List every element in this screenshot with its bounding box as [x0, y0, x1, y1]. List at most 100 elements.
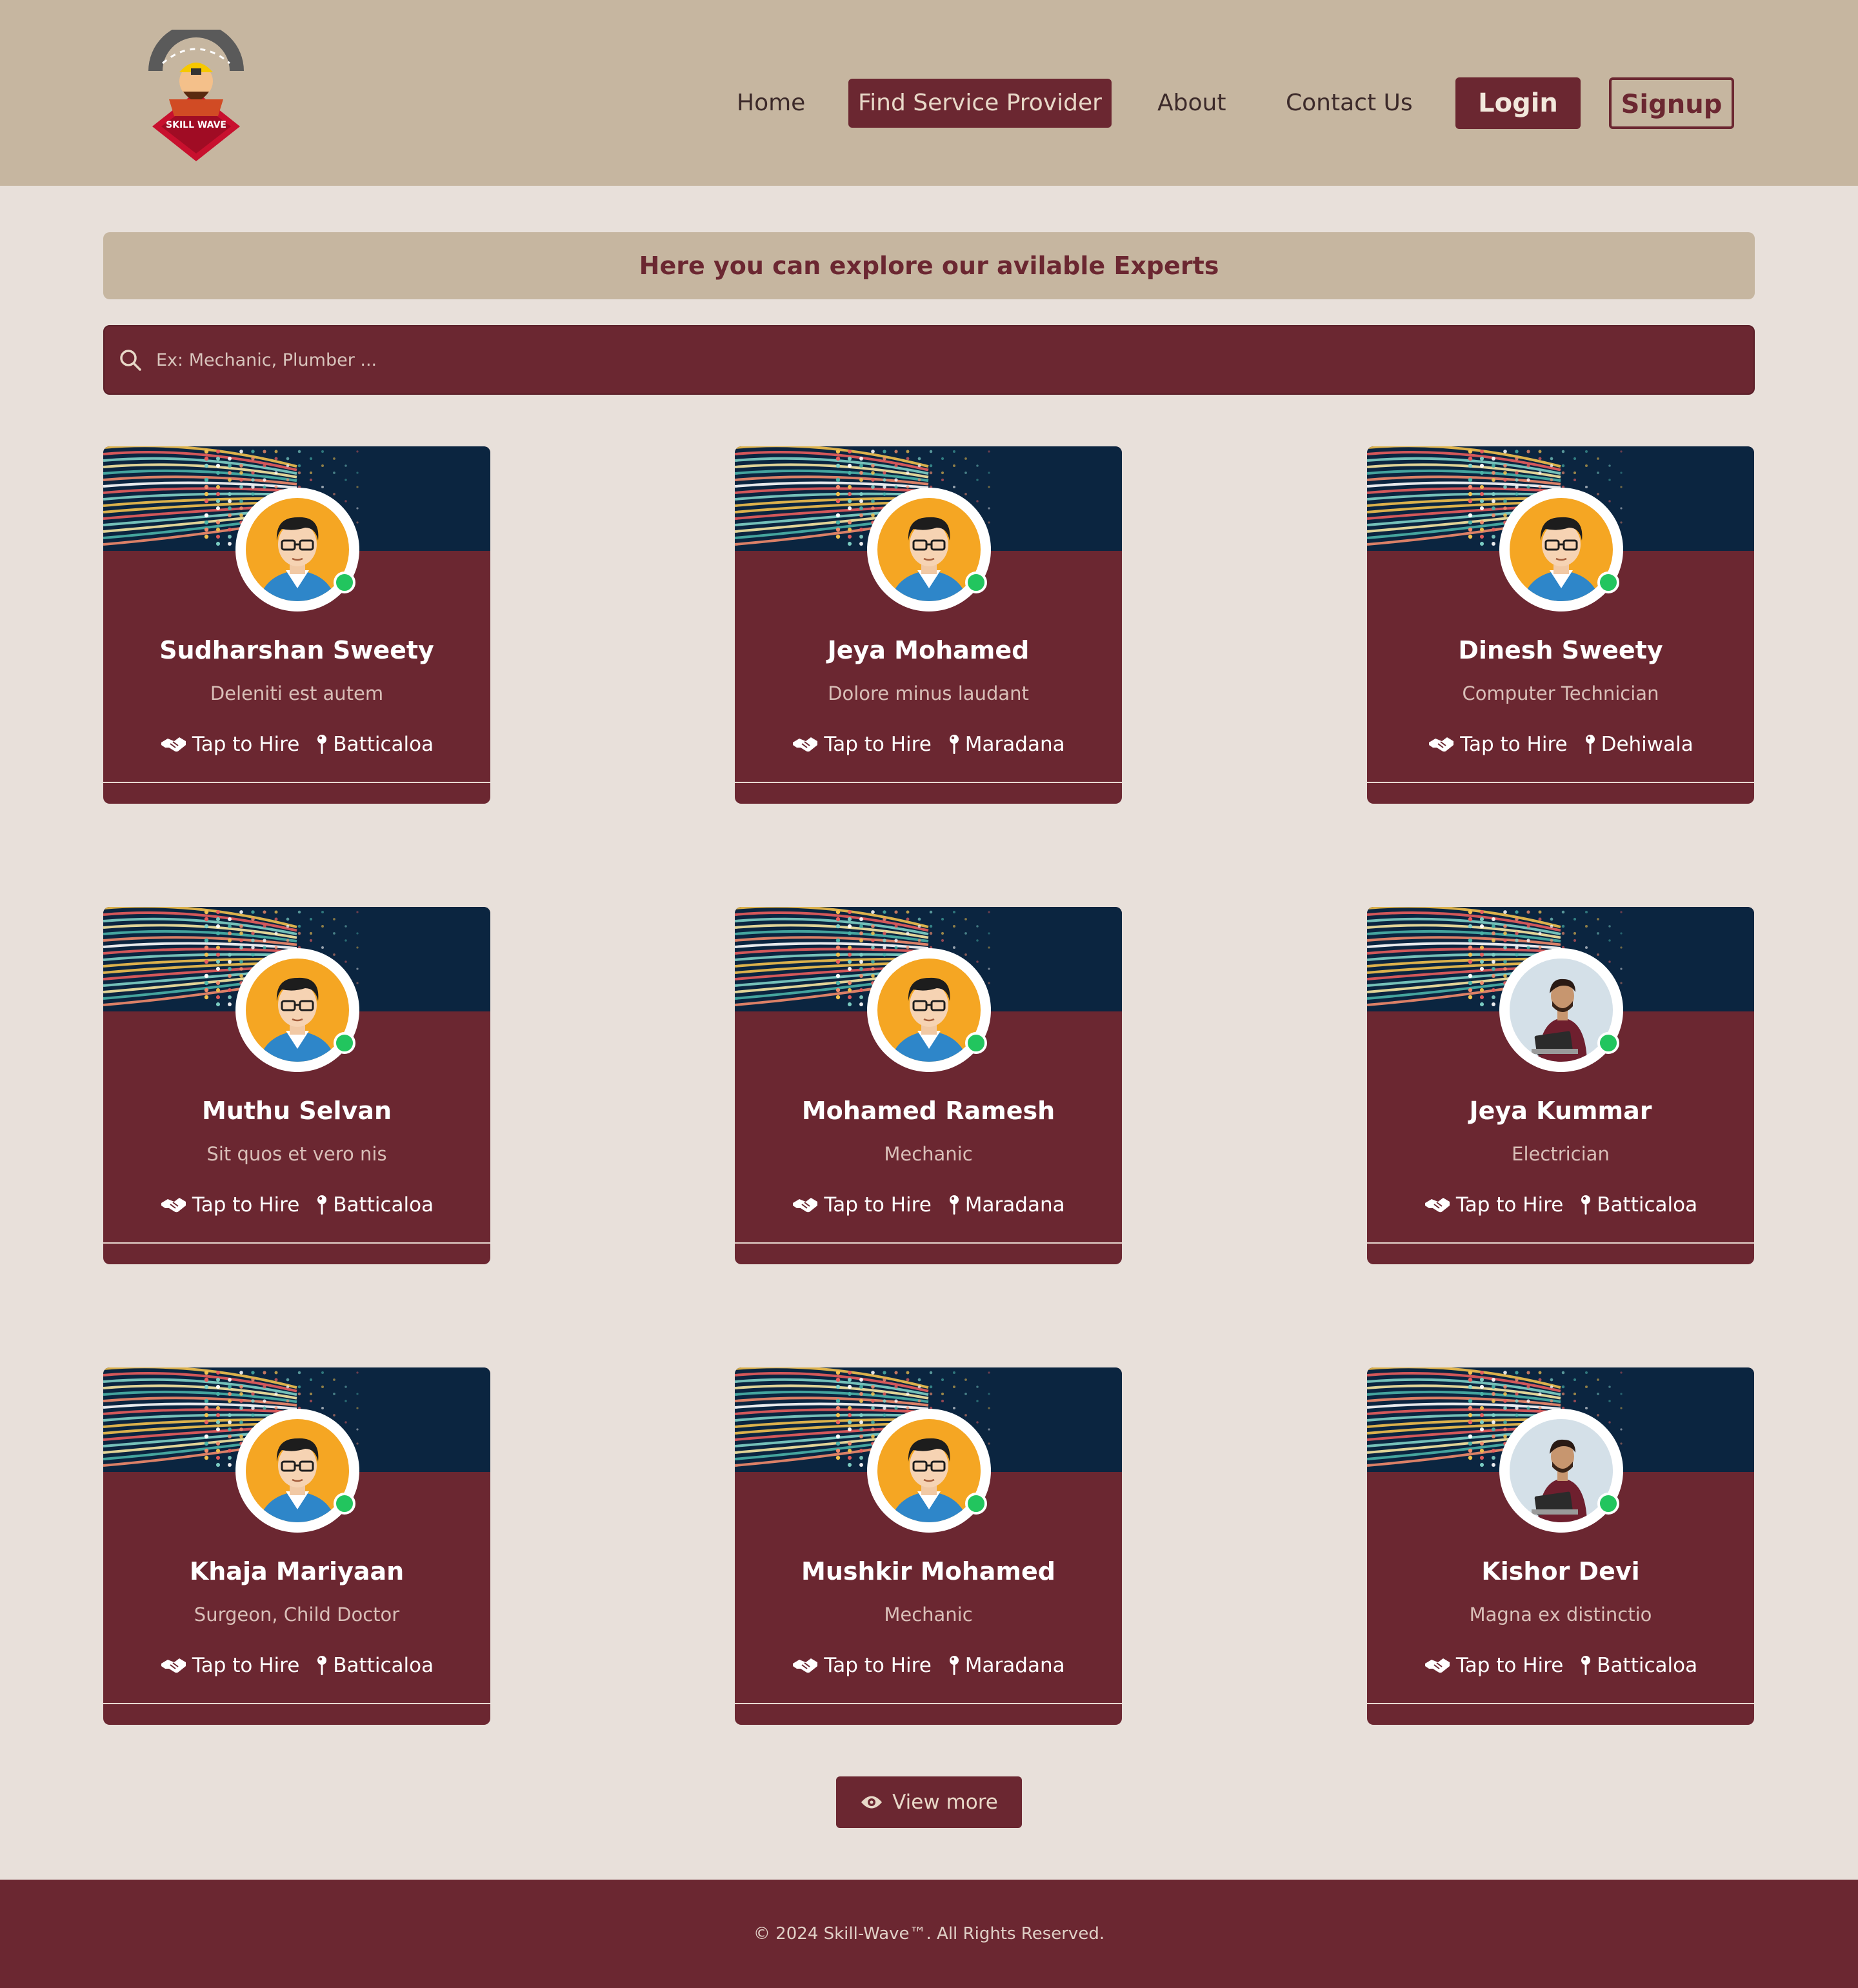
- avatar-frame: [1499, 948, 1623, 1072]
- tap-to-hire-label: Tap to Hire: [1460, 733, 1568, 756]
- expert-role: Sit quos et vero nis: [206, 1143, 387, 1165]
- tap-to-hire-label: Tap to Hire: [192, 1654, 300, 1677]
- expert-card[interactable]: Mushkir Mohamed Mechanic Tap to Hire Marada…: [735, 1367, 1122, 1725]
- online-status-indicator: [1597, 1493, 1619, 1515]
- expert-role: Deleniti est autem: [210, 682, 384, 704]
- online-status-indicator: [1597, 572, 1619, 593]
- location-label: Maradana: [964, 1193, 1065, 1217]
- expert-role: Mechanic: [884, 1143, 973, 1165]
- expert-name[interactable]: Mohamed Ramesh: [735, 1097, 1122, 1125]
- handshake-icon: [793, 1198, 818, 1213]
- tap-to-hire-link[interactable]: Tap to Hire: [792, 1654, 932, 1677]
- tap-to-hire-label: Tap to Hire: [192, 1193, 300, 1217]
- expert-name[interactable]: Jeya Mohamed: [735, 636, 1122, 664]
- expert-meta: Tap to Hire Batticaloa: [103, 1651, 490, 1680]
- expert-name[interactable]: Muthu Selvan: [103, 1097, 490, 1125]
- handshake-icon: [161, 1198, 186, 1213]
- expert-name[interactable]: Khaja Mariyaan: [103, 1557, 490, 1585]
- view-more-button[interactable]: View more: [836, 1776, 1022, 1828]
- expert-name[interactable]: Jeya Kummar: [1367, 1097, 1754, 1125]
- avatar-frame: [1499, 488, 1623, 611]
- tap-to-hire-link[interactable]: Tap to Hire: [792, 1193, 932, 1217]
- handshake-icon: [161, 1658, 186, 1673]
- expert-meta: Tap to Hire Batticaloa: [103, 1191, 490, 1219]
- tap-to-hire-link[interactable]: Tap to Hire: [1424, 1654, 1563, 1677]
- expert-meta: Tap to Hire Maradana: [735, 1651, 1122, 1680]
- tap-to-hire-link[interactable]: Tap to Hire: [160, 1193, 299, 1217]
- online-status-indicator: [965, 572, 987, 593]
- card-divider: [735, 1703, 1122, 1704]
- tap-to-hire-link[interactable]: Tap to Hire: [160, 733, 299, 756]
- expert-name[interactable]: Sudharshan Sweety: [103, 636, 490, 664]
- nav-find-service-provider[interactable]: Find Service Provider: [848, 79, 1112, 128]
- card-divider: [103, 782, 490, 783]
- expert-card[interactable]: Muthu Selvan Sit quos et vero nis Tap to H…: [103, 907, 490, 1264]
- expert-card[interactable]: Mohamed Ramesh Mechanic Tap to Hire Maradan…: [735, 907, 1122, 1264]
- location-label: Batticaloa: [333, 733, 434, 756]
- card-divider: [103, 1703, 490, 1704]
- expert-name[interactable]: Dinesh Sweety: [1367, 636, 1754, 664]
- handshake-icon: [793, 1658, 818, 1673]
- location-label: Dehiwala: [1601, 733, 1693, 756]
- tap-to-hire-label: Tap to Hire: [1455, 1654, 1564, 1677]
- card-divider: [735, 782, 1122, 783]
- card-divider: [103, 1242, 490, 1244]
- expert-card[interactable]: Jeya Kummar Electrician Tap to Hire Battica…: [1367, 907, 1754, 1264]
- expert-location: Maradana: [948, 733, 1065, 756]
- expert-role: Magna ex distinctio: [1469, 1604, 1652, 1625]
- tap-to-hire-link[interactable]: Tap to Hire: [1424, 1193, 1563, 1217]
- handshake-icon: [161, 737, 186, 752]
- nav-contact-us[interactable]: Contact Us: [1286, 77, 1413, 129]
- expert-meta: Tap to Hire Dehiwala: [1367, 730, 1754, 759]
- expert-role: Computer Technician: [1462, 682, 1659, 704]
- expert-name[interactable]: Mushkir Mohamed: [735, 1557, 1122, 1585]
- expert-location: Dehiwala: [1584, 733, 1693, 756]
- expert-card[interactable]: Sudharshan Sweety Deleniti est autem Tap t…: [103, 446, 490, 804]
- expert-card[interactable]: Dinesh Sweety Computer Technician Tap to H…: [1367, 446, 1754, 804]
- site-footer: © 2024 Skill-Wave™. All Rights Reserved.: [0, 1880, 1858, 1988]
- expert-card[interactable]: Jeya Mohamed Dolore minus laudant Tap to H…: [735, 446, 1122, 804]
- nav-home[interactable]: Home: [737, 77, 805, 129]
- online-status-indicator: [334, 572, 355, 593]
- expert-role: Surgeon, Child Doctor: [194, 1604, 400, 1625]
- location-pin-icon: [317, 735, 327, 754]
- avatar-frame: [867, 1409, 991, 1533]
- online-status-indicator: [1597, 1032, 1619, 1054]
- tap-to-hire-link[interactable]: Tap to Hire: [792, 733, 932, 756]
- expert-meta: Tap to Hire Batticaloa: [103, 730, 490, 759]
- expert-name[interactable]: Kishor Devi: [1367, 1557, 1754, 1585]
- expert-location: Maradana: [948, 1193, 1065, 1217]
- location-pin-icon: [949, 1195, 959, 1215]
- location-pin-icon: [1581, 1195, 1591, 1215]
- card-divider: [735, 1242, 1122, 1244]
- search-input[interactable]: [156, 326, 1730, 393]
- search-icon: [120, 350, 141, 371]
- nav-about[interactable]: About: [1157, 77, 1226, 129]
- location-pin-icon: [1585, 735, 1595, 754]
- expert-card[interactable]: Khaja Mariyaan Surgeon, Child Doctor Tap t…: [103, 1367, 490, 1725]
- tap-to-hire-label: Tap to Hire: [824, 1193, 932, 1217]
- expert-location: Batticaloa: [1580, 1654, 1697, 1677]
- location-pin-icon: [317, 1195, 327, 1215]
- site-header: SKILL WAVE Home Find Service Provider Ab…: [0, 0, 1858, 186]
- tap-to-hire-label: Tap to Hire: [824, 1654, 932, 1677]
- online-status-indicator: [965, 1032, 987, 1054]
- tap-to-hire-link[interactable]: Tap to Hire: [1428, 733, 1568, 756]
- tap-to-hire-label: Tap to Hire: [1455, 1193, 1564, 1217]
- online-status-indicator: [965, 1493, 987, 1515]
- avatar-frame: [1499, 1409, 1623, 1533]
- signup-button[interactable]: Signup: [1609, 77, 1734, 129]
- online-status-indicator: [334, 1493, 355, 1515]
- expert-role: Dolore minus laudant: [828, 682, 1029, 704]
- location-pin-icon: [1581, 1656, 1591, 1675]
- location-pin-icon: [949, 1656, 959, 1675]
- login-button[interactable]: Login: [1455, 77, 1581, 129]
- expert-card[interactable]: Kishor Devi Magna ex distinctio Tap to Hir…: [1367, 1367, 1754, 1725]
- tap-to-hire-link[interactable]: Tap to Hire: [160, 1654, 299, 1677]
- location-label: Maradana: [964, 733, 1065, 756]
- handshake-icon: [1424, 1658, 1450, 1673]
- card-divider: [1367, 782, 1754, 783]
- search-bar[interactable]: [103, 325, 1755, 395]
- location-label: Batticaloa: [333, 1654, 434, 1677]
- main-nav: Home Find Service Provider About Contact…: [0, 77, 1858, 129]
